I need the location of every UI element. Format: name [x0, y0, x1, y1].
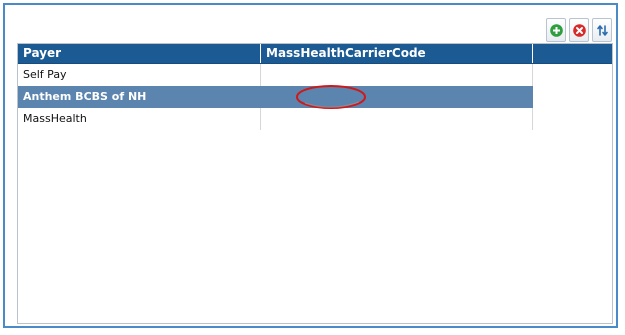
payer-grid: Payer MassHealthCarrierCode Self Pay Ant…: [17, 43, 613, 324]
add-button[interactable]: [546, 18, 566, 42]
plus-circle-icon: [549, 23, 563, 37]
x-circle-icon: [572, 23, 586, 37]
grid-toolbar: [546, 18, 612, 42]
carrier-code-cell[interactable]: [261, 64, 533, 86]
refresh-button[interactable]: [592, 18, 612, 42]
refresh-icon: [596, 24, 608, 36]
payer-cell[interactable]: MassHealth: [18, 108, 261, 130]
carrier-code-cell[interactable]: [261, 108, 533, 130]
column-header-filler: [533, 44, 612, 63]
column-header-payer[interactable]: Payer: [18, 44, 261, 63]
delete-button[interactable]: [569, 18, 589, 42]
table-row-selected[interactable]: Anthem BCBS of NH: [18, 86, 612, 108]
grid-header: Payer MassHealthCarrierCode: [18, 44, 612, 64]
table-row[interactable]: Self Pay: [18, 64, 612, 86]
payer-cell[interactable]: Self Pay: [18, 64, 261, 86]
table-row[interactable]: MassHealth: [18, 108, 612, 130]
grid-panel: Payer MassHealthCarrierCode Self Pay Ant…: [3, 3, 618, 328]
column-header-masshealth-carrier-code[interactable]: MassHealthCarrierCode: [261, 44, 533, 63]
payer-cell[interactable]: Anthem BCBS of NH: [18, 86, 261, 108]
carrier-code-cell[interactable]: [261, 86, 533, 108]
